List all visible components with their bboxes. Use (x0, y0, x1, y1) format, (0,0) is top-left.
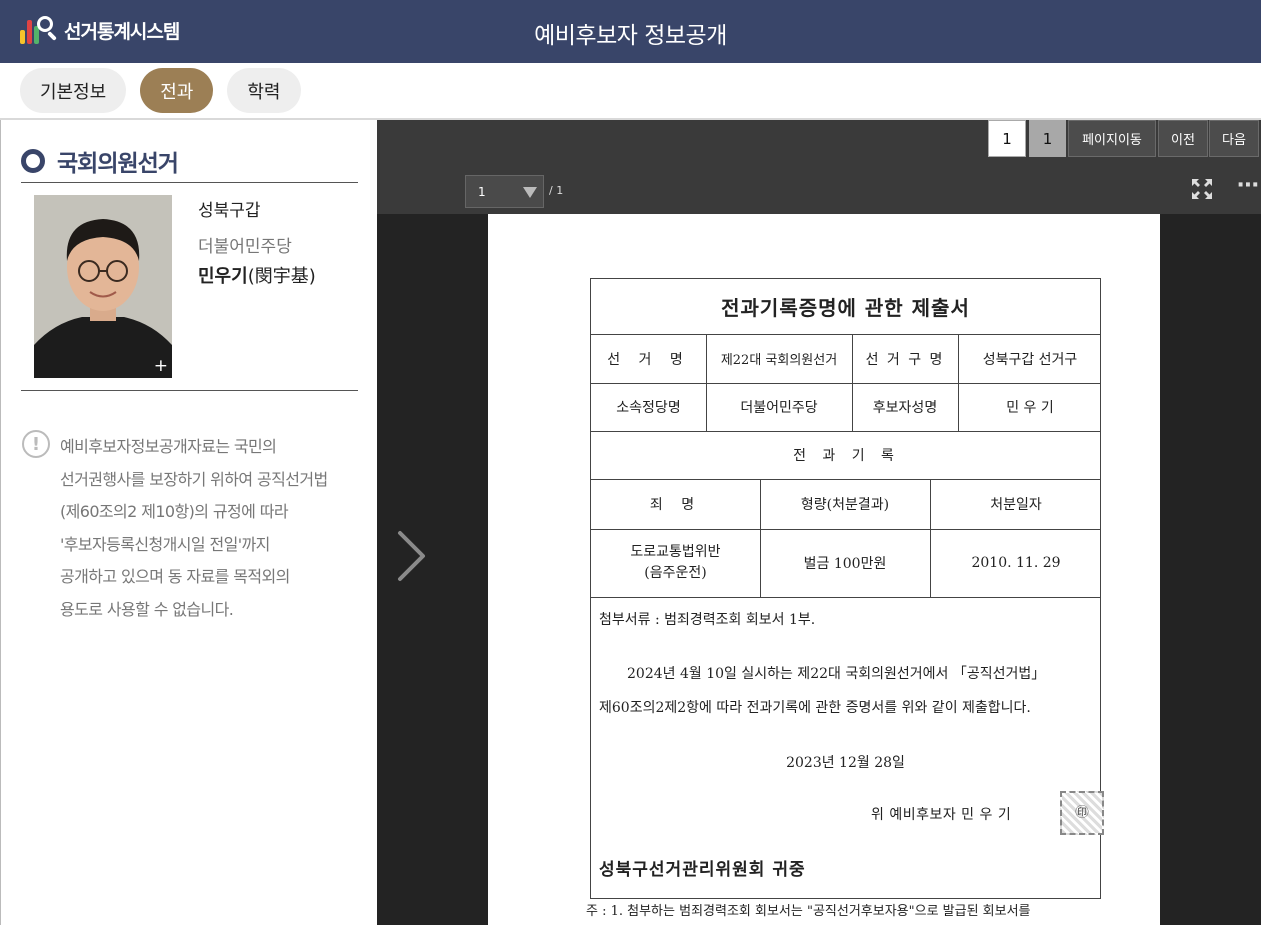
caret-down-icon (523, 187, 537, 198)
record-date: 2010. 11. 29 (971, 555, 1061, 571)
notice-line: '후보자등록신청개시일 전일'까지 (60, 534, 270, 554)
col-date: 처분일자 (990, 497, 1042, 513)
value-candidate: 민 우 기 (1006, 400, 1054, 416)
election-name: 국회의원선거 (57, 151, 179, 177)
candidate-name: 민우기(閔宇基) (198, 262, 316, 288)
more-options-icon[interactable]: ⋯ (1237, 173, 1260, 198)
label-district: 선 거 구 명 (865, 351, 945, 368)
attachment-note: 첨부서류 : 범죄경력조회 회보서 1부. (599, 612, 816, 628)
tab-bar: 기본정보 전과 학력 (20, 68, 301, 113)
value-district: 성북구갑 선거구 (982, 351, 1078, 368)
document-title: 전과기록증명에 관한 제출서 (721, 296, 970, 320)
notice-line: 선거권행사를 보장하기 위하여 공직선거법 (60, 469, 328, 489)
disclosure-notice: 예비후보자정보공개자료는 국민의 선거권행사를 보장하기 위하여 공직선거법 (… (60, 431, 365, 627)
candidate-portrait (34, 195, 172, 378)
election-title: 국회의원선거 (21, 144, 179, 178)
body-line-1: 2024년 4월 10일 실시하는 제22대 국회의원선거에서 「공직선거법」 (627, 666, 1046, 682)
next-button[interactable]: 다음 (1209, 120, 1259, 157)
prev-button[interactable]: 이전 (1158, 120, 1208, 157)
candidate-panel: 국회의원선거 + 성북구갑 더불어민주당 민우기(閔宇基) ! 예비후보자정보공… (0, 120, 377, 925)
tab-basic-info[interactable]: 기본정보 (20, 68, 127, 113)
candidate-party: 더불어민주당 (198, 237, 292, 257)
col-crime: 죄 명 (649, 497, 702, 513)
record-crime-line1: 도로교통법위반 (630, 544, 721, 560)
notice-line: 용도로 사용할 수 없습니다. (60, 599, 234, 619)
tab-criminal-record[interactable]: 전과 (140, 68, 214, 113)
chevron-right-icon[interactable] (395, 530, 429, 582)
signer: 위 예비후보자 민 우 기 (871, 807, 1012, 823)
photo-expand-icon[interactable]: + (154, 356, 168, 376)
current-page-input[interactable]: 1 (988, 120, 1026, 157)
seal-mark: ㊞ (1075, 805, 1089, 821)
fullscreen-icon[interactable] (1190, 177, 1214, 201)
label-candidate: 후보자성명 (872, 400, 938, 416)
tab-education[interactable]: 학력 (227, 68, 301, 113)
circle-bullet-icon (21, 149, 45, 173)
record-heading: 전 과 기 록 (793, 448, 900, 464)
notice-line: 공개하고 있으며 동 자료를 목적외의 (60, 567, 290, 587)
divider (21, 390, 358, 391)
page-select-value: 1 (478, 184, 486, 199)
footnote: 주 : 1. 첨부하는 범죄경력조회 회보서는 "공직선거후보자용"으로 발급된… (586, 904, 1031, 919)
record-crime: 도로교통법위반 (음주운전) (591, 529, 760, 597)
candidate-photo[interactable]: + (34, 195, 172, 378)
candidate-district: 성북구갑 (198, 201, 261, 221)
notice-line: (제60조의2 제10항)의 규정에 따라 (60, 502, 289, 522)
exclamation-icon: ! (22, 430, 50, 458)
body-line-2: 제60조의2제2항에 따라 전과기록에 관한 증명서를 위와 같이 제출합니다. (599, 700, 1031, 716)
top-header: 선거통계시스템 예비후보자 정보공개 (0, 0, 1261, 63)
label-election: 선 거 명 (607, 351, 690, 368)
submission-date: 2023년 12월 28일 (786, 755, 905, 771)
viewer-toolbar: 1 1 페이지이동 이전 다음 1 / 1 ⋯ (377, 120, 1261, 214)
page-count: / 1 (549, 184, 564, 197)
col-sentence: 형량(처분결과) (800, 497, 890, 513)
record-sentence: 벌금 100만원 (803, 556, 887, 572)
record-crime-line2: (음주운전) (644, 565, 707, 581)
notice-line: 예비후보자정보공개자료는 국민의 (60, 437, 277, 456)
divider (21, 182, 358, 183)
page-title: 예비후보자 정보공개 (534, 23, 727, 49)
label-party: 소속정당명 (616, 400, 681, 416)
addressee: 성북구선거관리위원회 귀중 (599, 860, 806, 880)
document-page: 전과기록증명에 관한 제출서 선 거 명 제22대 국회의원선거 선 거 구 명… (488, 214, 1160, 925)
value-election: 제22대 국회의원선거 (720, 353, 838, 368)
seal-stamp: ㊞ (1060, 791, 1104, 835)
value-party: 더불어민주당 (740, 400, 818, 416)
candidate-name-hanja: (閔宇基) (247, 266, 316, 287)
record-form: 전과기록증명에 관한 제출서 선 거 명 제22대 국회의원선거 선 거 구 명… (590, 278, 1104, 899)
total-pages: 1 (1029, 120, 1066, 157)
candidate-name-hangul: 민우기 (198, 266, 248, 287)
document-viewer: 1 1 페이지이동 이전 다음 1 / 1 ⋯ 전과기록증명에 관한 제출서 선… (377, 120, 1261, 925)
page-select[interactable]: 1 (465, 175, 544, 208)
goto-page-button[interactable]: 페이지이동 (1068, 120, 1156, 157)
